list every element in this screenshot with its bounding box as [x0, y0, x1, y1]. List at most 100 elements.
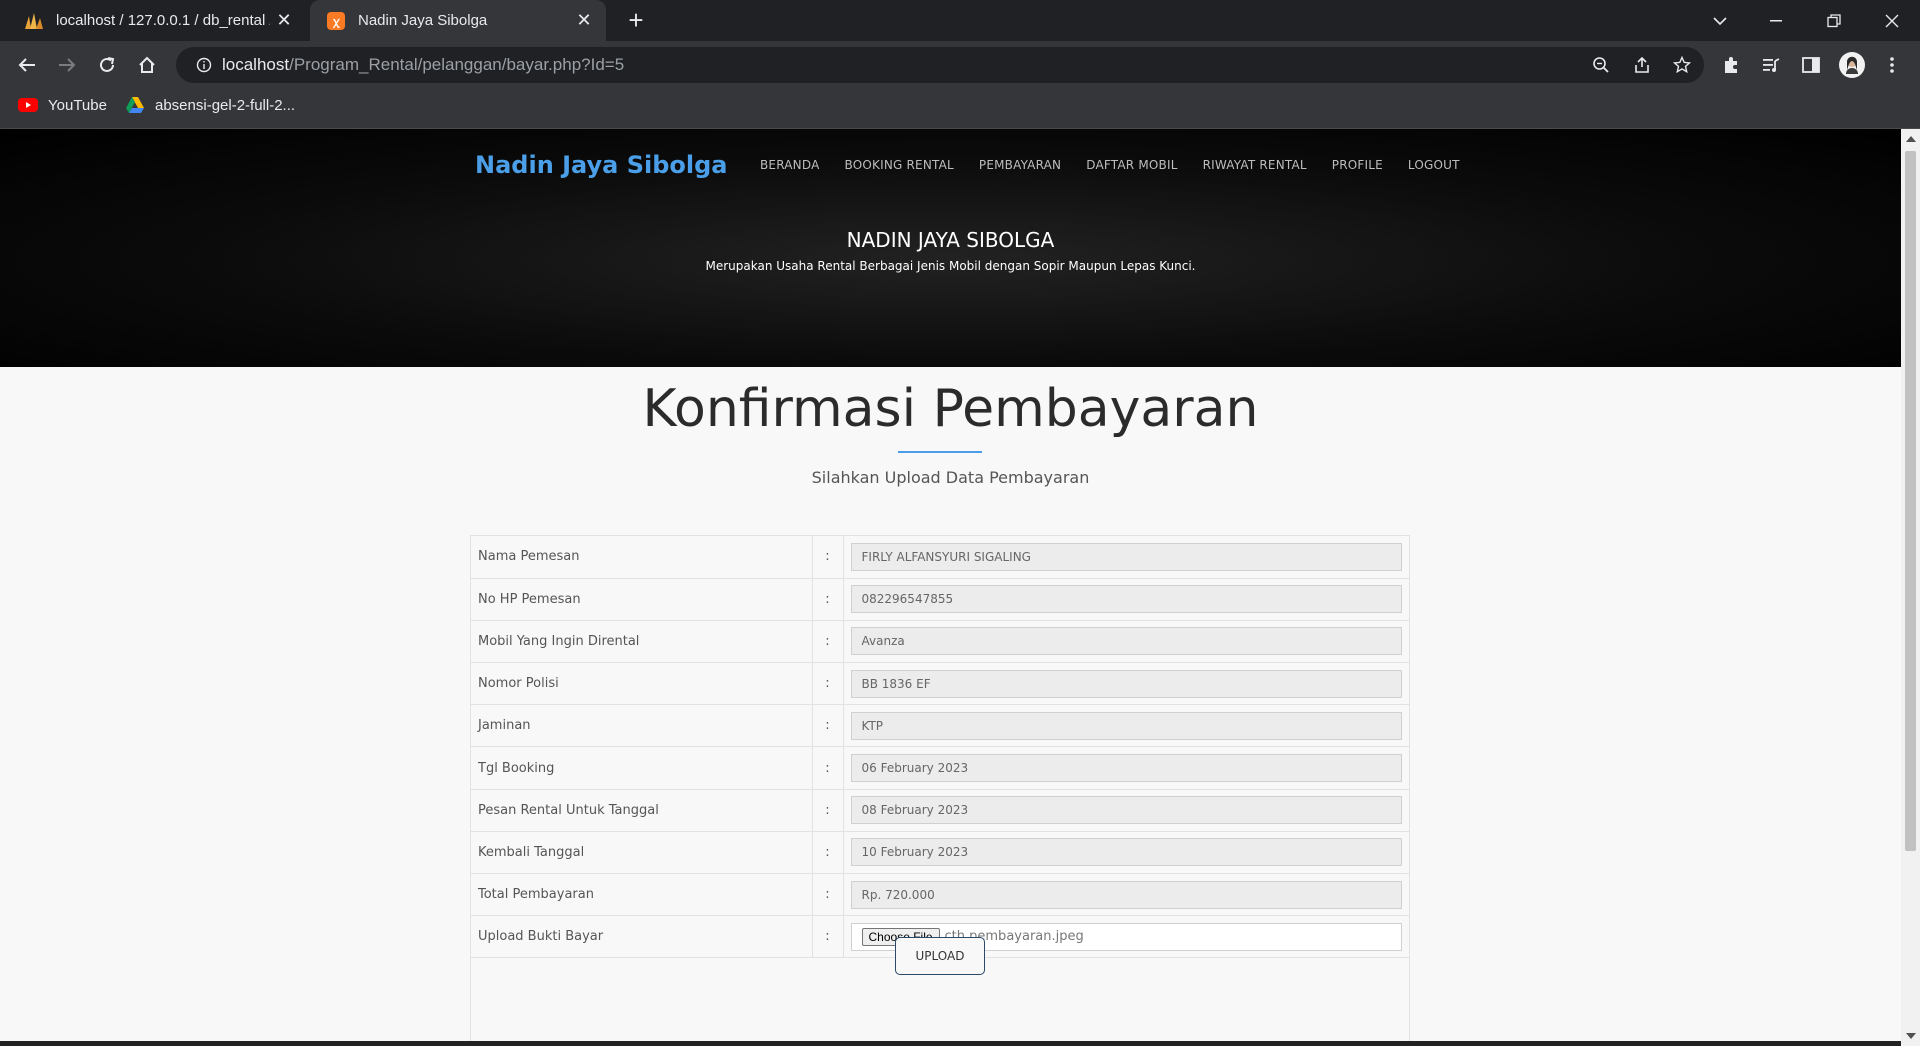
field-cell: KTP: [843, 704, 1409, 748]
field-cell: BB 1836 EF: [843, 662, 1409, 706]
readonly-field[interactable]: BB 1836 EF: [850, 669, 1402, 698]
hero-subtitle: Merupakan Usaha Rental Berbagai Jenis Mo…: [705, 259, 1196, 273]
nav-daftar-mobil[interactable]: DAFTAR MOBIL: [1086, 158, 1177, 172]
field-cell: 08 February 2023: [843, 789, 1409, 832]
back-button[interactable]: [9, 47, 45, 83]
field-label: Tgl Booking: [471, 746, 813, 790]
field-label: Nomor Polisi: [471, 662, 813, 706]
nav-pembayaran[interactable]: PEMBAYARAN: [979, 158, 1061, 172]
phpmyadmin-icon: [24, 11, 44, 31]
form-row: Tgl Booking:06 February 2023: [471, 746, 1409, 790]
readonly-field[interactable]: 08 February 2023: [850, 796, 1402, 825]
field-colon: :: [812, 662, 844, 706]
field-colon: :: [812, 915, 844, 959]
close-icon[interactable]: ✕: [270, 10, 298, 31]
field-cell: 06 February 2023: [843, 746, 1409, 790]
page-scrollbar[interactable]: [1901, 129, 1920, 1046]
field-colon: :: [812, 873, 844, 917]
title-underline: [898, 451, 982, 453]
field-cell: 10 February 2023: [843, 831, 1409, 875]
hero-title: NADIN JAYA SIBOLGA: [846, 228, 1055, 252]
scroll-down-icon[interactable]: [1906, 1033, 1916, 1039]
upload-button[interactable]: UPLOAD: [895, 937, 985, 975]
field-colon: :: [812, 746, 844, 790]
site-info-icon[interactable]: [186, 57, 222, 73]
media-control-icon[interactable]: [1753, 47, 1789, 83]
minimize-button[interactable]: [1748, 0, 1804, 41]
address-bar[interactable]: localhost/Program_Rental/pelanggan/bayar…: [176, 47, 1704, 83]
page-title: Konfirmasi Pembayaran: [642, 379, 1259, 439]
tab-strip: localhost / 127.0.0.1 / db_rental / ✕ ꭓ …: [0, 0, 1920, 41]
close-icon[interactable]: ✕: [570, 10, 598, 31]
nav-profile[interactable]: PROFILE: [1332, 158, 1383, 172]
form-row: No HP Pemesan:082296547855: [471, 578, 1409, 621]
google-drive-icon: [125, 96, 145, 114]
readonly-field[interactable]: FIRLY ALFANSYURI SIGALING: [850, 542, 1402, 571]
xampp-icon: ꭓ: [326, 11, 346, 31]
bookmark-star-icon[interactable]: [1664, 47, 1700, 83]
bookmark-absensi[interactable]: absensi-gel-2-full-2...: [125, 89, 295, 121]
readonly-field[interactable]: Rp. 720.000: [850, 880, 1402, 909]
form-row: Total Pembayaran: Rp. 720.000: [471, 873, 1409, 917]
form-row: Jaminan: KTP: [471, 704, 1409, 748]
field-colon: :: [812, 831, 844, 875]
field-colon: :: [812, 620, 844, 664]
page-bottom-edge: [0, 1041, 1901, 1046]
nav-riwayat-rental[interactable]: RIWAYAT RENTAL: [1203, 158, 1307, 172]
field-cell: FIRLY ALFANSYURI SIGALING: [843, 536, 1409, 579]
url-host: localhost: [222, 55, 290, 74]
home-button[interactable]: [129, 47, 165, 83]
site-brand[interactable]: Nadin Jaya Sibolga: [475, 151, 728, 179]
scroll-up-icon[interactable]: [1906, 136, 1916, 142]
menu-kebab-icon[interactable]: [1874, 47, 1910, 83]
page-viewport: Nadin Jaya Sibolga BERANDA BOOKING RENTA…: [0, 129, 1901, 1046]
forward-button[interactable]: [49, 47, 85, 83]
url-text: localhost/Program_Rental/pelanggan/bayar…: [222, 55, 624, 75]
share-icon[interactable]: [1624, 47, 1660, 83]
tab-phpmyadmin[interactable]: localhost / 127.0.0.1 / db_rental / ✕: [0, 0, 306, 41]
new-tab-button[interactable]: +: [620, 6, 652, 36]
field-colon: :: [812, 704, 844, 748]
tab-title: localhost / 127.0.0.1 / db_rental /: [56, 12, 270, 29]
tab-search-icon[interactable]: [1692, 0, 1748, 41]
readonly-field[interactable]: 10 February 2023: [850, 838, 1402, 867]
field-label: Kembali Tanggal: [471, 831, 813, 875]
side-panel-icon[interactable]: [1793, 47, 1829, 83]
nav-booking-rental[interactable]: BOOKING RENTAL: [845, 158, 954, 172]
readonly-field[interactable]: Avanza: [850, 627, 1402, 656]
field-colon: :: [812, 536, 844, 579]
bookmark-label: absensi-gel-2-full-2...: [155, 96, 296, 114]
svg-text:ꭓ: ꭓ: [332, 15, 340, 28]
restore-button[interactable]: [1806, 0, 1862, 41]
field-label: Total Pembayaran: [471, 873, 813, 917]
field-label: Nama Pemesan: [471, 536, 813, 579]
hero-header: Nadin Jaya Sibolga BERANDA BOOKING RENTA…: [0, 129, 1901, 367]
field-cell: Rp. 720.000: [843, 873, 1409, 917]
reload-button[interactable]: [89, 47, 125, 83]
extensions-icon[interactable]: [1713, 47, 1749, 83]
tab-nadin-jaya[interactable]: ꭓ Nadin Jaya Sibolga ✕: [310, 0, 606, 41]
field-label: Mobil Yang Ingin Dirental: [471, 620, 813, 664]
readonly-field[interactable]: KTP: [850, 711, 1402, 740]
page-subtitle: Silahkan Upload Data Pembayaran: [811, 468, 1090, 487]
field-label: Upload Bukti Bayar: [471, 915, 813, 959]
field-cell: 082296547855: [843, 578, 1409, 621]
field-label: Jaminan: [471, 704, 813, 748]
field-cell: Avanza: [843, 620, 1409, 664]
form-row: Pesan Rental Untuk Tanggal:08 February 2…: [471, 789, 1409, 832]
zoom-icon[interactable]: [1583, 47, 1619, 83]
nav-logout[interactable]: LOGOUT: [1408, 158, 1460, 172]
scrollbar-thumb[interactable]: [1905, 151, 1916, 851]
bookmark-label: YouTube: [48, 96, 107, 114]
profile-avatar[interactable]: [1834, 47, 1870, 83]
payment-form-table: Nama Pemesan: FIRLY ALFANSYURI SIGALING No…: [471, 536, 1409, 959]
readonly-field[interactable]: 082296547855: [850, 585, 1402, 614]
bookmark-youtube[interactable]: YouTube: [18, 89, 107, 121]
close-window-button[interactable]: [1864, 0, 1920, 41]
tab-title: Nadin Jaya Sibolga: [358, 12, 488, 29]
nav-beranda[interactable]: BERANDA: [760, 158, 820, 172]
readonly-field[interactable]: 06 February 2023: [850, 754, 1402, 783]
field-colon: :: [812, 789, 844, 832]
form-row: Nomor Polisi: BB 1836 EF: [471, 662, 1409, 706]
url-path: /Program_Rental/pelanggan/bayar.php?Id=5: [289, 55, 625, 74]
